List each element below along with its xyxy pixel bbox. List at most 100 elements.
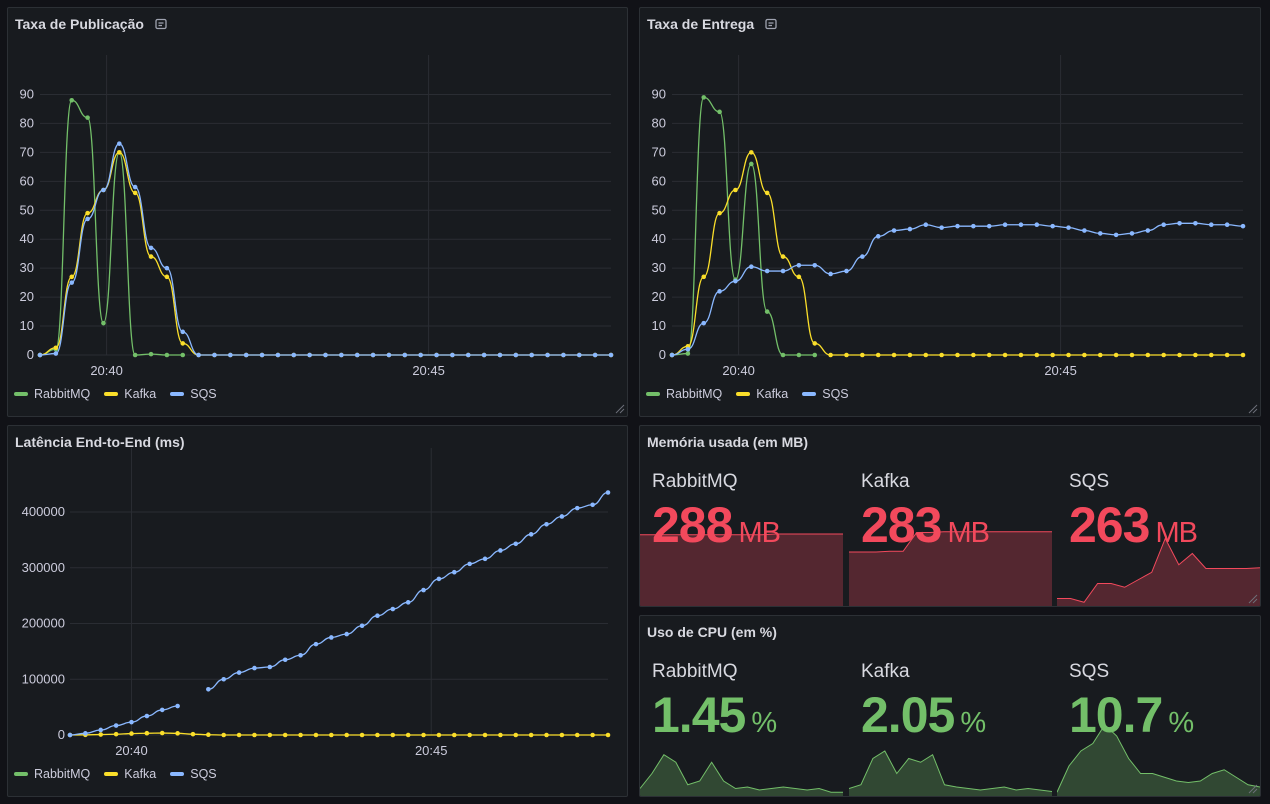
legend-item-kafka[interactable]: Kafka (104, 767, 156, 781)
data-point-kafka (421, 732, 426, 738)
data-point-rabbitmq (148, 351, 154, 357)
data-point-kafka (113, 731, 119, 737)
resize-handle-icon[interactable] (1248, 594, 1258, 604)
legend-item-sqs[interactable]: SQS (170, 387, 217, 401)
data-point-sqs (37, 352, 43, 358)
y-tick-label: 90 (20, 86, 34, 101)
data-point-kafka (1224, 352, 1230, 358)
data-point-sqs (148, 245, 154, 251)
data-point-sqs (923, 222, 929, 228)
data-point-sqs (390, 606, 396, 612)
x-tick-label: 20:40 (90, 363, 123, 378)
data-point-sqs (450, 352, 455, 358)
data-point-kafka (175, 731, 180, 736)
y-tick-label: 0 (27, 347, 34, 362)
resize-handle-icon[interactable] (615, 404, 625, 414)
resize-handle-icon[interactable] (1248, 784, 1258, 794)
data-point-sqs (402, 352, 408, 358)
data-point-sqs (206, 686, 211, 692)
data-point-kafka (252, 732, 257, 738)
y-tick-label: 60 (20, 173, 34, 188)
chart-legend: RabbitMQ Kafka SQS (14, 767, 217, 781)
data-point-kafka (436, 732, 442, 738)
data-point-kafka (375, 732, 380, 738)
legend-item-rabbitmq[interactable]: RabbitMQ (14, 767, 90, 781)
data-point-kafka (1177, 352, 1182, 358)
data-point-kafka (267, 732, 273, 738)
y-tick-label: 50 (652, 202, 666, 217)
data-point-rabbitmq (164, 352, 170, 358)
data-point-rabbitmq (180, 352, 186, 358)
data-point-sqs (513, 541, 519, 547)
data-point-kafka (344, 732, 349, 738)
data-point-kafka (812, 341, 818, 346)
data-point-rabbitmq (132, 352, 138, 358)
data-point-kafka (298, 732, 303, 738)
data-point-kafka (939, 352, 944, 358)
data-point-kafka (85, 210, 90, 216)
data-point-sqs (545, 352, 550, 358)
x-tick-label: 20:45 (1044, 363, 1077, 378)
stat-label: Kafka (861, 471, 910, 492)
chart-legend: RabbitMQ Kafka SQS (14, 387, 217, 401)
latency-chart[interactable]: 0 100000 200000 300000 400000 20:40 20:45 (8, 426, 628, 797)
data-point-kafka (159, 730, 165, 736)
series-line-rabbitmq (671, 96, 815, 356)
legend-item-kafka[interactable]: Kafka (736, 387, 788, 401)
data-point-kafka (1129, 352, 1135, 358)
stat-label: SQS (1069, 471, 1110, 492)
stat-label: RabbitMQ (652, 471, 738, 492)
data-point-kafka (971, 352, 976, 358)
series-line-kafka (671, 151, 1243, 356)
data-point-kafka (148, 254, 154, 259)
stat-value: 288 MB (652, 497, 781, 553)
legend-item-rabbitmq[interactable]: RabbitMQ (14, 387, 90, 401)
panel-title-text: Uso de CPU (em %) (647, 624, 777, 640)
data-point-sqs (482, 556, 488, 562)
data-point-kafka (875, 352, 881, 358)
data-point-rabbitmq (69, 97, 75, 103)
data-point-sqs (860, 254, 865, 259)
data-point-sqs (1129, 231, 1135, 236)
data-point-kafka (1161, 352, 1166, 358)
publish-rate-chart[interactable]: 0 10 20 30 40 50 60 70 80 90 20:40 20:45 (8, 8, 628, 417)
panel-title[interactable]: Uso de CPU (em %) (647, 624, 777, 640)
data-point-kafka (590, 732, 595, 738)
stat-value: 283 MB (861, 497, 990, 553)
data-point-rabbitmq (717, 109, 722, 115)
data-point-sqs (1113, 232, 1119, 238)
data-point-kafka (701, 274, 707, 280)
data-point-kafka (482, 732, 488, 738)
data-point-sqs (717, 289, 722, 294)
data-point-kafka (1193, 352, 1198, 358)
data-point-sqs (955, 223, 960, 229)
data-point-sqs (228, 352, 233, 358)
stat-value: 2.05% (861, 687, 986, 743)
data-point-sqs (359, 623, 365, 629)
data-point-sqs (132, 184, 138, 190)
panel-title[interactable]: Memória usada (em MB) (647, 434, 808, 450)
data-point-sqs (129, 719, 134, 725)
data-point-sqs (83, 731, 88, 736)
data-point-kafka (796, 274, 802, 280)
data-point-sqs (212, 352, 217, 358)
data-point-rabbitmq (812, 352, 818, 358)
data-point-sqs (749, 264, 754, 270)
stat-sqs-cpu: SQS 10.7% (1057, 646, 1260, 796)
data-point-sqs (344, 631, 349, 637)
legend-item-sqs[interactable]: SQS (802, 387, 849, 401)
data-point-sqs (875, 234, 881, 239)
stat-rabbitmq-memory: RabbitMQ 288 MB (640, 456, 845, 606)
resize-handle-icon[interactable] (1248, 404, 1258, 414)
delivery-rate-chart[interactable]: 0 10 20 30 40 50 60 70 80 90 20:40 20:45 (640, 8, 1261, 417)
legend-item-kafka[interactable]: Kafka (104, 387, 156, 401)
data-point-sqs (780, 268, 786, 274)
legend-item-sqs[interactable]: SQS (170, 767, 217, 781)
data-point-kafka (498, 732, 503, 738)
data-point-sqs (608, 352, 614, 358)
series-line-kafka (39, 151, 611, 356)
x-tick-label: 20:40 (115, 743, 148, 758)
data-point-sqs (386, 352, 392, 358)
legend-item-rabbitmq[interactable]: RabbitMQ (646, 387, 722, 401)
y-tick-label: 80 (20, 115, 34, 130)
